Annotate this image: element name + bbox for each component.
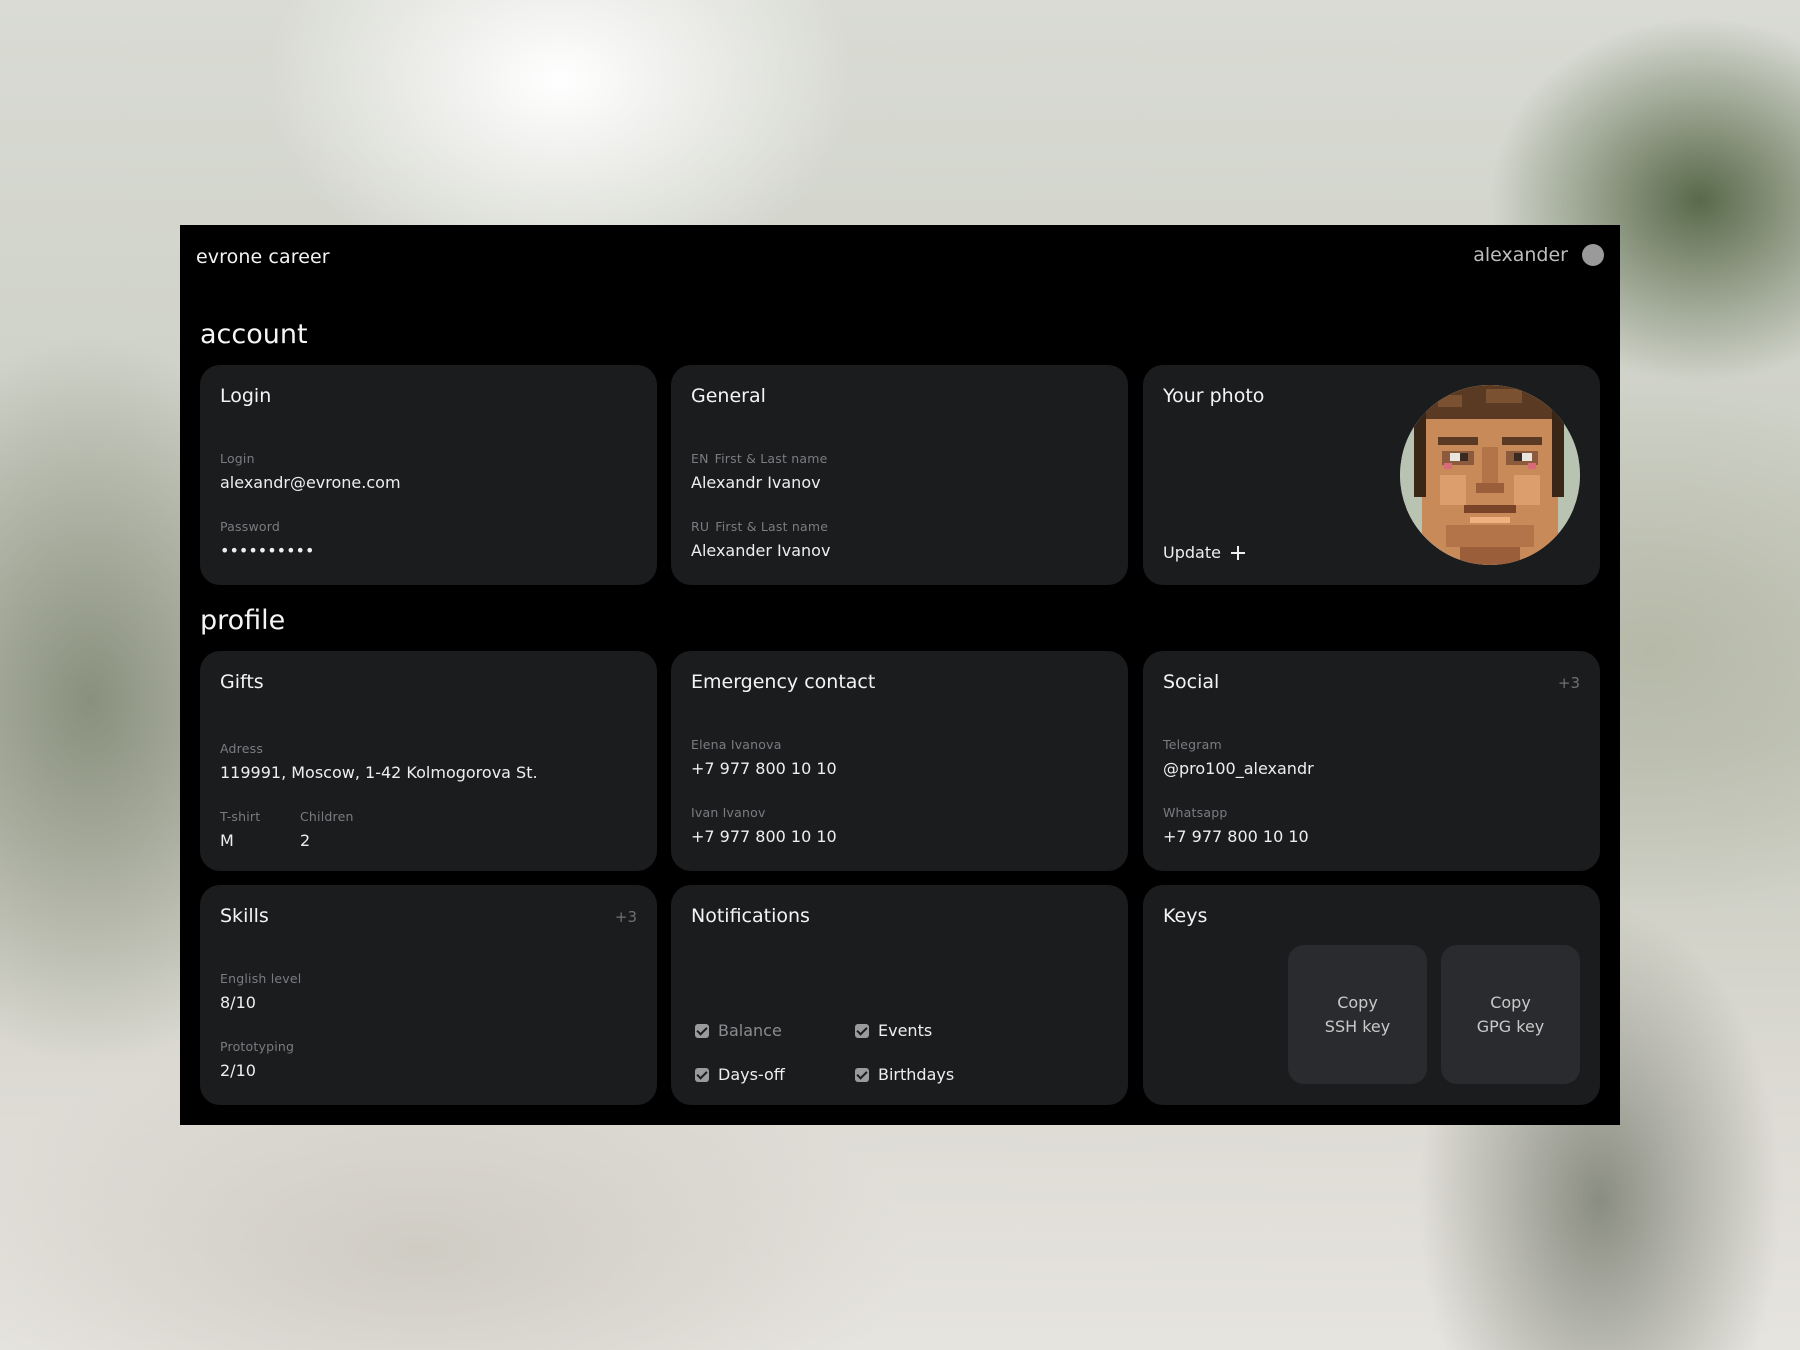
tshirt-field: T-shirt M	[220, 809, 260, 850]
telegram-field: Telegram @pro100_alexandr	[1163, 737, 1314, 778]
brand-logo[interactable]: evrone career	[196, 246, 330, 268]
card-title: Skills	[220, 905, 269, 927]
field-label-text: First & Last name	[715, 519, 829, 534]
keys-card: Keys Copy SSH key Copy GPG key	[1143, 885, 1600, 1105]
plus-icon	[1230, 545, 1245, 560]
field-label: T-shirt	[220, 809, 261, 824]
prototyping-field: Prototyping 2/10	[220, 1039, 294, 1080]
field-label: Prototyping	[220, 1039, 295, 1054]
emergency-contact-item: Ivan Ivanov +7 977 800 10 10	[691, 805, 837, 846]
notification-balance-checkbox[interactable]: Balance	[695, 1021, 782, 1040]
checkbox-label: Days-off	[718, 1065, 785, 1084]
address-field: Adress 119991, Moscow, 1-42 Kolmogorova …	[220, 741, 538, 782]
card-title: Gifts	[220, 671, 264, 693]
lang-code: RU	[691, 519, 710, 534]
field-label: Telegram	[1163, 737, 1222, 752]
login-card: Login Login alexandr@evrone.com Password…	[200, 365, 657, 585]
checkbox-checked-icon	[695, 1067, 709, 1082]
user-status-dot-icon[interactable]	[1582, 244, 1604, 266]
photo-card: Your photo Update	[1143, 365, 1600, 585]
english-level-field: English level 8/10	[220, 971, 301, 1012]
checkbox-label: Birthdays	[878, 1065, 955, 1084]
checkbox-checked-icon	[855, 1023, 869, 1038]
notification-birthdays-checkbox[interactable]: Birthdays	[855, 1065, 954, 1084]
section-title-profile: profile	[200, 605, 286, 636]
tshirt-value[interactable]: M	[220, 831, 260, 850]
field-label: EN First & Last name	[691, 451, 828, 466]
more-count-badge[interactable]: +3	[615, 908, 637, 926]
password-value[interactable]: ••••••••••	[220, 541, 314, 560]
notification-events-checkbox[interactable]: Events	[855, 1021, 932, 1040]
gifts-card: Gifts Adress 119991, Moscow, 1-42 Kolmog…	[200, 651, 657, 871]
checkbox-checked-icon	[855, 1067, 869, 1082]
card-title: Login	[220, 385, 272, 407]
contact-name: Ivan Ivanov	[691, 805, 766, 820]
login-field: Login alexandr@evrone.com	[220, 451, 401, 492]
emergency-contact-item: Elena Ivanova +7 977 800 10 10	[691, 737, 837, 778]
copy-gpg-key-button[interactable]: Copy GPG key	[1441, 945, 1580, 1084]
general-card: General EN First & Last name Alexandr Iva…	[671, 365, 1128, 585]
card-title: Emergency contact	[691, 671, 876, 693]
field-label: RU First & Last name	[691, 519, 830, 534]
english-level-value[interactable]: 8/10	[220, 993, 301, 1012]
social-card: Social +3 Telegram @pro100_alexandr What…	[1143, 651, 1600, 871]
whatsapp-value[interactable]: +7 977 800 10 10	[1163, 827, 1309, 846]
emergency-contact-card: Emergency contact Elena Ivanova +7 977 8…	[671, 651, 1128, 871]
contact-name: Elena Ivanova	[691, 737, 782, 752]
field-label: Login	[220, 451, 255, 466]
section-title-account: account	[200, 319, 308, 350]
card-title: General	[691, 385, 766, 407]
contact-phone[interactable]: +7 977 800 10 10	[691, 759, 837, 778]
card-title: Your photo	[1163, 385, 1265, 407]
address-value[interactable]: 119991, Moscow, 1-42 Kolmogorova St.	[220, 763, 538, 782]
field-label: Adress	[220, 741, 264, 756]
contact-phone[interactable]: +7 977 800 10 10	[691, 827, 837, 846]
skills-card: Skills +3 English level 8/10 Prototyping…	[200, 885, 657, 1105]
card-title: Keys	[1163, 905, 1208, 927]
notification-days-off-checkbox[interactable]: Days-off	[695, 1065, 785, 1084]
checkbox-label: Balance	[718, 1021, 782, 1040]
field-label: Password	[220, 519, 280, 534]
field-label: Children	[300, 809, 354, 824]
button-label-line: Copy	[1490, 992, 1531, 1012]
avatar-image	[1400, 385, 1580, 565]
avatar[interactable]	[1400, 385, 1580, 565]
field-label-text: First & Last name	[714, 451, 828, 466]
telegram-value[interactable]: @pro100_alexandr	[1163, 759, 1314, 778]
button-label-line: GPG key	[1476, 1016, 1545, 1036]
app-window: evrone career alexander account Login Lo…	[180, 225, 1620, 1125]
field-label: Whatsapp	[1163, 805, 1228, 820]
user-menu[interactable]: alexander	[1473, 244, 1604, 266]
checkbox-checked-icon	[695, 1023, 709, 1038]
button-label-line: Copy	[1337, 992, 1378, 1012]
checkbox-label: Events	[878, 1021, 933, 1040]
top-bar: evrone career alexander	[180, 225, 1620, 289]
user-name[interactable]: alexander	[1473, 244, 1568, 266]
card-title: Social	[1163, 671, 1220, 693]
card-title: Notifications	[691, 905, 810, 927]
login-value[interactable]: alexandr@evrone.com	[220, 473, 401, 492]
ru-name-value[interactable]: Alexander Ivanov	[691, 541, 830, 560]
prototyping-value[interactable]: 2/10	[220, 1061, 294, 1080]
update-photo-button[interactable]: Update	[1163, 543, 1245, 562]
button-label-line: SSH key	[1324, 1016, 1391, 1036]
update-label: Update	[1163, 543, 1221, 562]
en-name-field: EN First & Last name Alexandr Ivanov	[691, 451, 828, 492]
copy-ssh-key-button[interactable]: Copy SSH key	[1288, 945, 1427, 1084]
children-value[interactable]: 2	[300, 831, 354, 850]
children-field: Children 2	[300, 809, 354, 850]
more-count-badge[interactable]: +3	[1558, 674, 1580, 692]
password-field: Password ••••••••••	[220, 519, 314, 560]
notifications-card: Notifications Balance Events Days-off Bi…	[671, 885, 1128, 1105]
field-label: English level	[220, 971, 302, 986]
en-name-value[interactable]: Alexandr Ivanov	[691, 473, 828, 492]
lang-code: EN	[691, 451, 709, 466]
whatsapp-field: Whatsapp +7 977 800 10 10	[1163, 805, 1309, 846]
ru-name-field: RU First & Last name Alexander Ivanov	[691, 519, 830, 560]
